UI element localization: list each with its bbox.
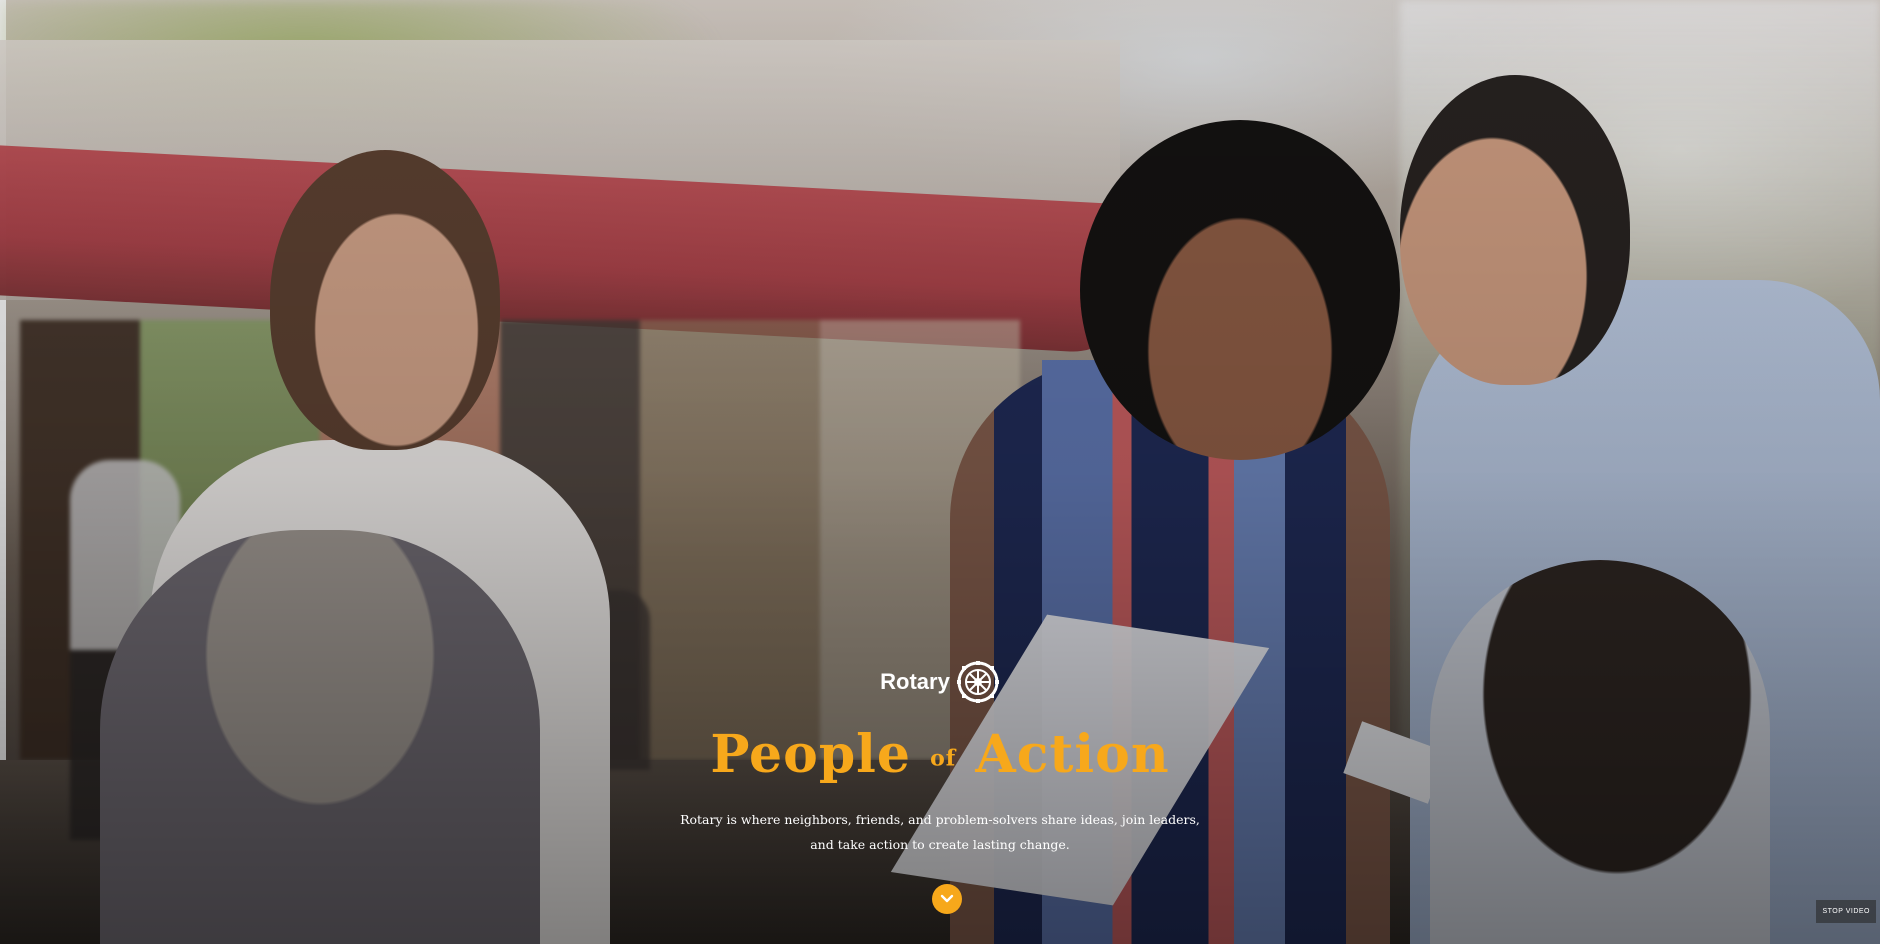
hero-headline: People of Action bbox=[0, 724, 1880, 785]
rotary-logo[interactable]: Rotary bbox=[880, 660, 1000, 704]
hero-subtitle: Rotary is where neighbors, friends, and … bbox=[660, 807, 1220, 857]
logo-text: Rotary bbox=[880, 669, 950, 694]
stop-video-button[interactable]: STOP VIDEO bbox=[1816, 900, 1876, 923]
subtitle-line: and take action to create lasting change… bbox=[810, 837, 1070, 852]
hero-video-banner: Rotary People of Action Rotary is where … bbox=[0, 0, 1880, 944]
subtitle-line: Rotary is where neighbors, friends, and … bbox=[680, 812, 1200, 827]
headline-people: People bbox=[710, 724, 912, 785]
headline-action: Action bbox=[975, 724, 1170, 785]
hero-content: Rotary People of Action Rotary is where … bbox=[0, 660, 1880, 857]
chevron-down-icon bbox=[940, 894, 954, 903]
headline-of: of bbox=[930, 745, 957, 772]
rotary-wheel-icon bbox=[956, 661, 999, 703]
scroll-down-button[interactable] bbox=[932, 884, 962, 914]
